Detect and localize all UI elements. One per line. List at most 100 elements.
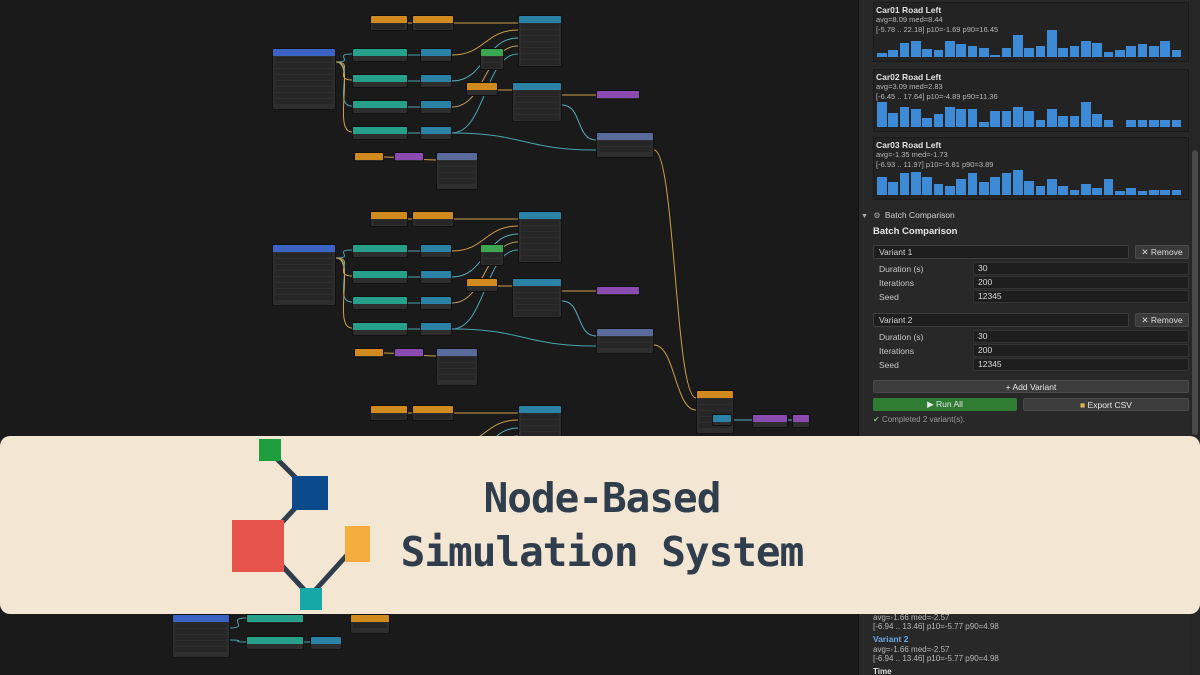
histogram-bar xyxy=(899,173,910,195)
graph-node[interactable] xyxy=(518,15,562,67)
graph-node[interactable] xyxy=(272,244,336,306)
histogram-bar xyxy=(1171,49,1182,57)
logo-orange-square xyxy=(345,526,370,562)
run-all-button[interactable]: ▶ Run All xyxy=(873,398,1017,411)
graph-wire xyxy=(335,257,353,329)
iterations-field[interactable]: 200 xyxy=(973,344,1189,357)
graph-node[interactable] xyxy=(596,286,640,296)
graph-node[interactable] xyxy=(512,82,562,122)
graph-wire xyxy=(561,104,597,141)
graph-node[interactable] xyxy=(370,211,408,227)
graph-node[interactable] xyxy=(420,126,452,140)
batch-comparison-foldout[interactable]: ▼ ⚙ Batch Comparison xyxy=(861,210,955,220)
graph-node[interactable] xyxy=(792,414,810,428)
histogram-car01: Car01 Road Left avg=8.09 med=8.44 [-5.78… xyxy=(873,2,1189,62)
graph-node[interactable] xyxy=(352,48,408,62)
node-port-row xyxy=(521,414,559,419)
node-port-row xyxy=(175,635,227,640)
graph-node[interactable] xyxy=(752,414,788,428)
node-port-row xyxy=(521,36,559,41)
node-port-row xyxy=(483,63,501,68)
node-header xyxy=(421,271,451,278)
variant-name-field[interactable]: Variant 1 xyxy=(873,245,1129,259)
histogram-stats: avg=-1.35 med=-1.73 xyxy=(876,150,948,159)
node-header xyxy=(273,245,335,252)
node-header xyxy=(519,212,561,219)
graph-node[interactable] xyxy=(596,90,640,100)
node-header xyxy=(311,637,341,644)
graph-node[interactable] xyxy=(246,636,304,650)
graph-node[interactable] xyxy=(352,244,408,258)
variant-name-field[interactable]: Variant 2 xyxy=(873,313,1129,327)
graph-node[interactable] xyxy=(420,244,452,258)
graph-node[interactable] xyxy=(172,614,230,658)
remove-variant-button[interactable]: ✕ Remove xyxy=(1135,313,1189,327)
add-variant-button[interactable]: + Add Variant xyxy=(873,380,1189,393)
seed-field[interactable]: 12345 xyxy=(973,358,1189,371)
graph-node[interactable] xyxy=(420,48,452,62)
logo-teal-square xyxy=(300,588,322,610)
node-port-row xyxy=(515,91,559,96)
graph-node[interactable] xyxy=(412,405,454,421)
graph-node[interactable] xyxy=(696,390,734,434)
graph-node[interactable] xyxy=(436,152,478,190)
graph-node[interactable] xyxy=(246,614,304,624)
graph-node[interactable] xyxy=(352,100,408,114)
duration-field[interactable]: 30 xyxy=(973,262,1189,275)
graph-node[interactable] xyxy=(350,614,390,634)
graph-node[interactable] xyxy=(370,15,408,31)
scroll-thumb[interactable] xyxy=(1192,150,1198,435)
graph-wire xyxy=(561,300,597,337)
graph-node[interactable] xyxy=(420,322,452,336)
node-header xyxy=(597,133,653,140)
graph-node[interactable] xyxy=(394,348,424,358)
graph-node[interactable] xyxy=(420,100,452,114)
graph-node[interactable] xyxy=(512,278,562,318)
node-port-row xyxy=(275,57,333,62)
graph-node[interactable] xyxy=(480,244,504,266)
graph-node[interactable] xyxy=(480,48,504,70)
histogram-bar xyxy=(956,44,967,57)
graph-node[interactable] xyxy=(712,414,732,426)
node-header xyxy=(395,153,423,160)
node-header xyxy=(413,212,453,219)
graph-node[interactable] xyxy=(436,348,478,386)
node-header xyxy=(247,615,303,622)
graph-node[interactable] xyxy=(352,296,408,310)
graph-node[interactable] xyxy=(352,126,408,140)
graph-node[interactable] xyxy=(354,152,384,162)
node-port-row xyxy=(353,623,387,628)
logo-navy-square xyxy=(292,476,328,510)
graph-node[interactable] xyxy=(394,152,424,162)
graph-node[interactable] xyxy=(412,211,454,227)
seed-field[interactable]: 12345 xyxy=(973,290,1189,303)
graph-node[interactable] xyxy=(420,296,452,310)
graph-node[interactable] xyxy=(272,48,336,110)
graph-node[interactable] xyxy=(466,82,498,96)
iterations-field[interactable]: 200 xyxy=(973,276,1189,289)
variant-2: Variant 2 ✕ Remove Duration (s) 30 Itera… xyxy=(873,313,1189,373)
graph-node[interactable] xyxy=(370,405,408,421)
graph-node[interactable] xyxy=(420,270,452,284)
graph-node[interactable] xyxy=(466,278,498,292)
remove-variant-button[interactable]: ✕ Remove xyxy=(1135,245,1189,259)
graph-node[interactable] xyxy=(420,74,452,88)
graph-node[interactable] xyxy=(352,270,408,284)
export-csv-button[interactable]: ■ Export CSV xyxy=(1023,398,1189,411)
play-icon: ▶ xyxy=(927,399,936,409)
graph-node[interactable] xyxy=(354,348,384,358)
histogram-bar xyxy=(1149,46,1159,57)
graph-node[interactable] xyxy=(518,211,562,263)
graph-node[interactable] xyxy=(310,636,342,650)
graph-node[interactable] xyxy=(596,132,654,158)
duration-field[interactable]: 30 xyxy=(973,330,1189,343)
graph-node[interactable] xyxy=(596,328,654,354)
histogram-bar xyxy=(1069,46,1080,57)
node-header xyxy=(413,406,453,413)
histogram-bar xyxy=(1081,184,1091,195)
node-port-row xyxy=(175,623,227,628)
graph-node[interactable] xyxy=(352,322,408,336)
graph-node[interactable] xyxy=(412,15,454,31)
histogram-bar xyxy=(911,109,921,127)
graph-node[interactable] xyxy=(352,74,408,88)
